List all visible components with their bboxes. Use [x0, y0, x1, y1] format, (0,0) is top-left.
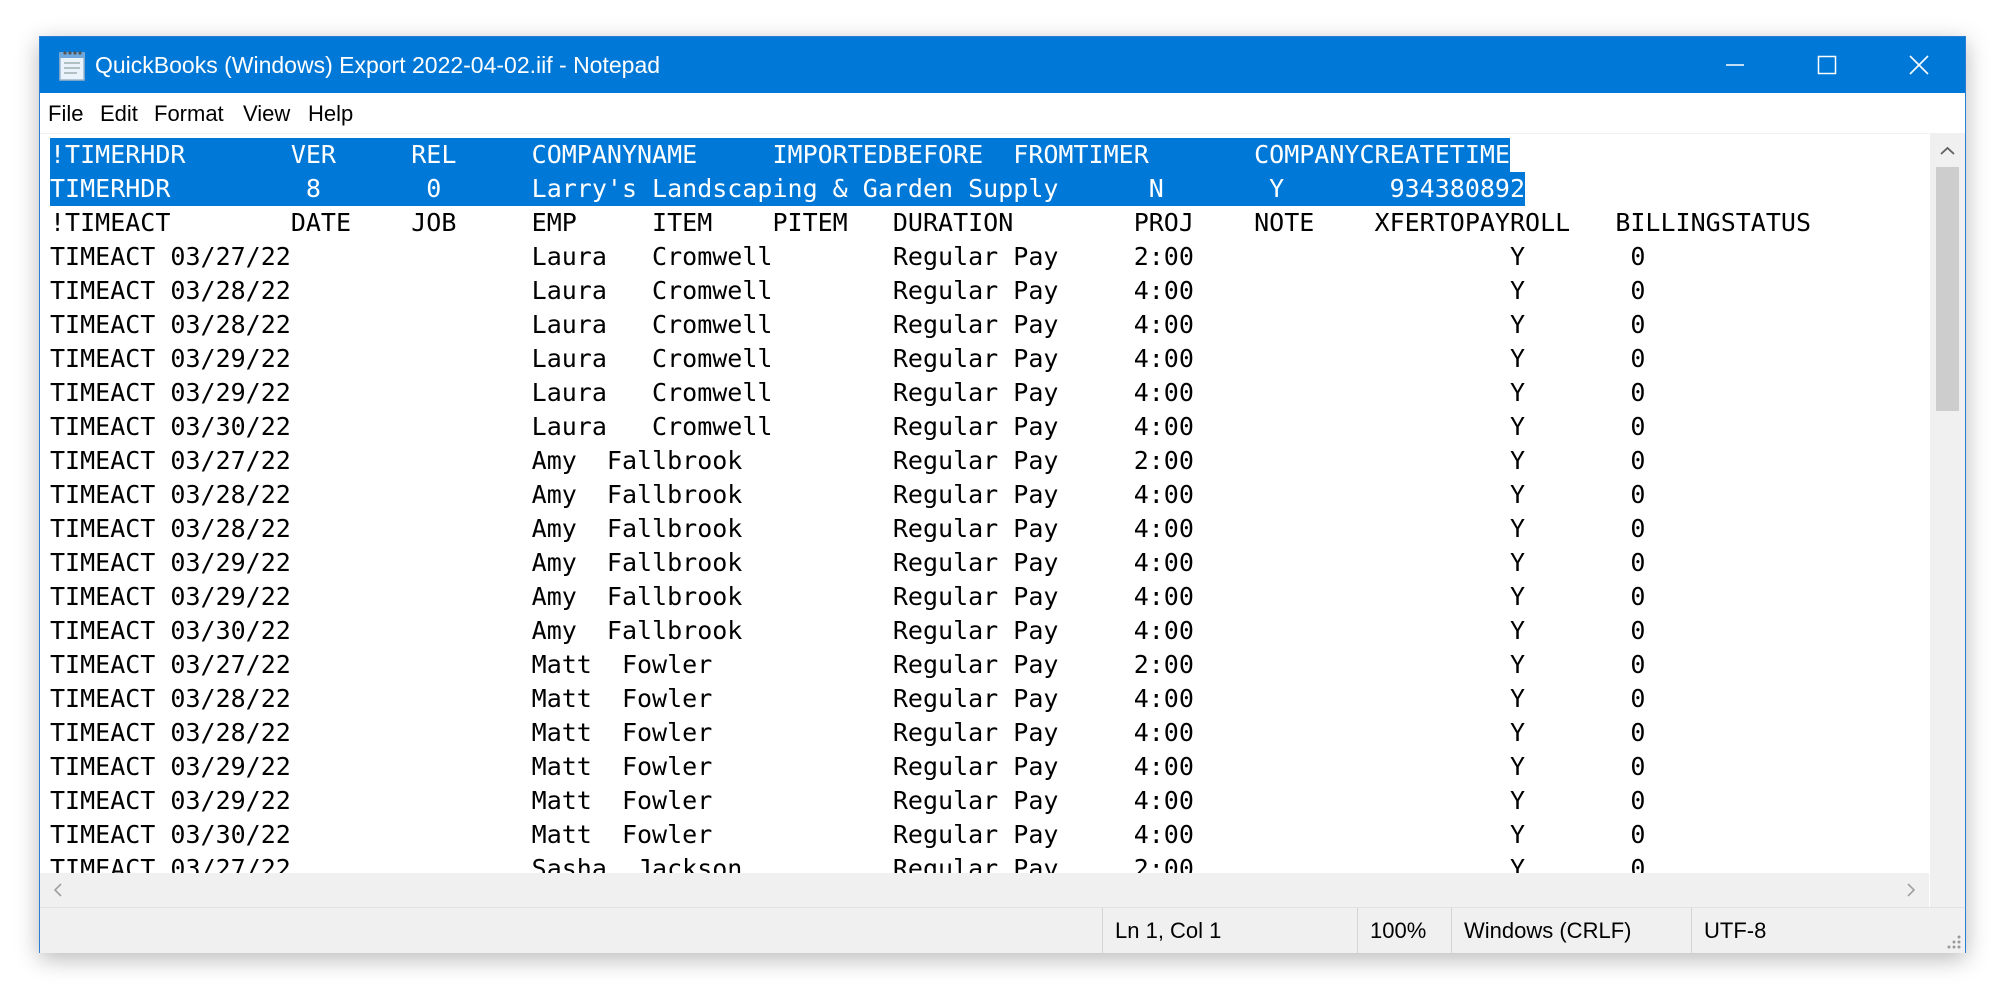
text-line[interactable]: TIMEACT 03/29/22 Matt Fowler Regular Pay… [50, 784, 1645, 818]
text-line[interactable]: TIMEACT 03/28/22 Matt Fowler Regular Pay… [50, 682, 1645, 716]
text-editor[interactable]: !TIMERHDR VER REL COMPANYNAME IMPORTEDBE… [40, 133, 1929, 911]
text-line[interactable]: TIMEACT 03/28/22 Amy Fallbrook Regular P… [50, 478, 1645, 512]
window-title: QuickBooks (Windows) Export 2022-04-02.i… [95, 52, 661, 78]
menu-bar: File Edit Format View Help [40, 93, 1965, 133]
text-line[interactable]: TIMEACT 03/27/22 Laura Cromwell Regular … [50, 240, 1645, 274]
text-line[interactable]: !TIMEACT DATE JOB EMP ITEM PITEM DURATIO… [50, 206, 1811, 240]
text-content[interactable]: !TIMERHDR VER REL COMPANYNAME IMPORTEDBE… [50, 138, 1811, 886]
text-line[interactable]: TIMEACT 03/28/22 Matt Fowler Regular Pay… [50, 716, 1645, 750]
scroll-up-icon[interactable] [1930, 141, 1965, 161]
text-line[interactable]: TIMEACT 03/29/22 Laura Cromwell Regular … [50, 342, 1645, 376]
notepad-icon [59, 51, 85, 81]
maximize-icon [1817, 55, 1837, 75]
line-ending: Windows (CRLF) [1451, 908, 1691, 953]
close-icon [1909, 55, 1929, 75]
zoom-level: 100% [1357, 908, 1451, 953]
text-line[interactable]: TIMEACT 03/29/22 Amy Fallbrook Regular P… [50, 546, 1645, 580]
scroll-left-icon[interactable] [48, 880, 68, 900]
menu-view[interactable]: View [243, 101, 290, 127]
text-line[interactable]: TIMEACT 03/28/22 Laura Cromwell Regular … [50, 308, 1645, 342]
text-line[interactable]: TIMEACT 03/29/22 Matt Fowler Regular Pay… [50, 750, 1645, 784]
text-line[interactable]: TIMEACT 03/30/22 Amy Fallbrook Regular P… [50, 614, 1645, 648]
text-line[interactable]: TIMEACT 03/30/22 Matt Fowler Regular Pay… [50, 818, 1645, 852]
vertical-scrollbar[interactable] [1930, 133, 1965, 910]
horizontal-scrollbar[interactable] [40, 873, 1929, 907]
maximize-button[interactable] [1781, 37, 1873, 93]
text-line[interactable]: TIMEACT 03/28/22 Amy Fallbrook Regular P… [50, 512, 1645, 546]
scroll-right-icon[interactable] [1901, 880, 1921, 900]
menu-format[interactable]: Format [154, 101, 224, 127]
text-line[interactable]: TIMEACT 03/28/22 Laura Cromwell Regular … [50, 274, 1645, 308]
menu-file[interactable]: File [48, 101, 83, 127]
title-bar[interactable]: QuickBooks (Windows) Export 2022-04-02.i… [40, 37, 1965, 93]
text-line[interactable]: TIMEACT 03/29/22 Amy Fallbrook Regular P… [50, 580, 1645, 614]
resize-grip-icon[interactable] [1941, 929, 1963, 951]
vertical-scroll-thumb[interactable] [1936, 167, 1959, 411]
text-line[interactable]: TIMEACT 03/27/22 Amy Fallbrook Regular P… [50, 444, 1645, 478]
minimize-button[interactable] [1689, 37, 1781, 93]
text-line[interactable]: TIMEACT 03/27/22 Matt Fowler Regular Pay… [50, 648, 1645, 682]
cursor-position: Ln 1, Col 1 [1102, 908, 1357, 953]
minimize-icon [1726, 64, 1744, 66]
text-line[interactable]: TIMEACT 03/29/22 Laura Cromwell Regular … [50, 376, 1645, 410]
close-button[interactable] [1873, 37, 1965, 93]
selected-text-line[interactable]: TIMERHDR 8 0 Larry's Landscaping & Garde… [50, 172, 1526, 206]
scrollbar-corner [1930, 873, 1965, 907]
menu-help[interactable]: Help [308, 101, 353, 127]
text-line[interactable]: TIMEACT 03/30/22 Laura Cromwell Regular … [50, 410, 1645, 444]
status-bar: Ln 1, Col 1 100% Windows (CRLF) UTF-8 [40, 907, 1965, 953]
menu-edit[interactable]: Edit [100, 101, 138, 127]
encoding: UTF-8 [1691, 908, 1891, 953]
notepad-window: QuickBooks (Windows) Export 2022-04-02.i… [39, 36, 1966, 953]
selected-text-line[interactable]: !TIMERHDR VER REL COMPANYNAME IMPORTEDBE… [50, 138, 1510, 172]
